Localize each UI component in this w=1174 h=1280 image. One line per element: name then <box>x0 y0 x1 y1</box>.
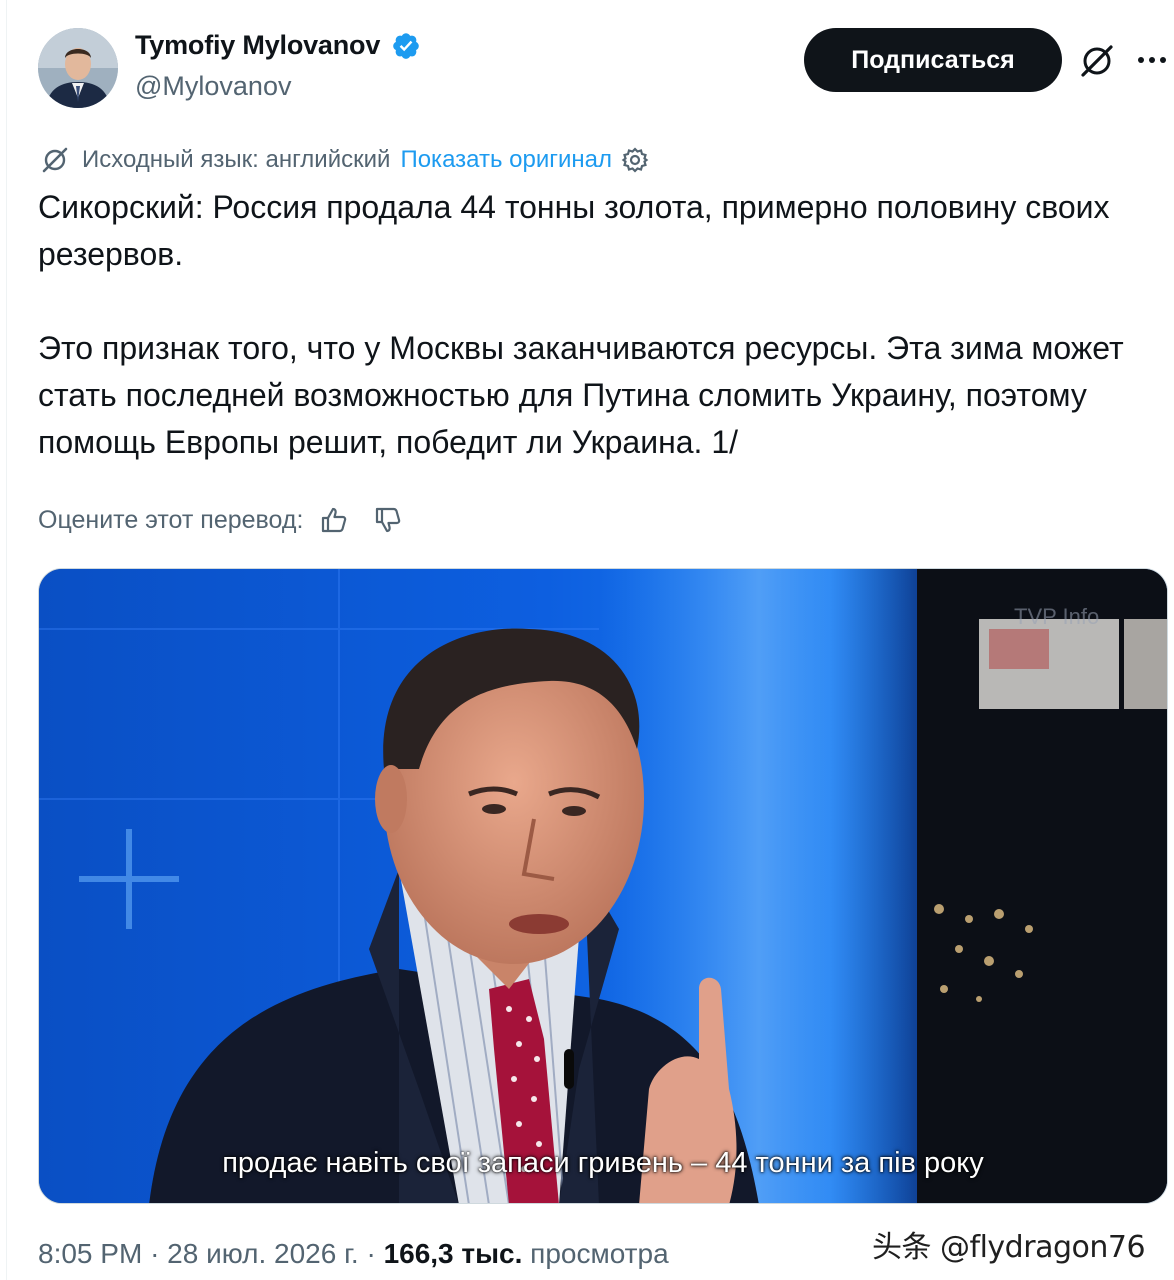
source-language-text: Исходный язык: английский <box>82 146 391 173</box>
translate-grok-icon <box>40 145 70 175</box>
more-horizontal-icon[interactable] <box>1134 42 1170 78</box>
grok-slash-icon[interactable] <box>1078 42 1116 80</box>
tweet-paragraph-2: Это признак того, что у Москвы заканчива… <box>38 330 1124 460</box>
views-label: просмотра <box>530 1238 669 1269</box>
tweet-header: Tymofiy Mylovanov @Mylovanov Подписаться <box>38 28 1168 108</box>
rate-translation-label: Оцените этот перевод: <box>38 505 304 534</box>
views-count[interactable]: 166,3 тыс. <box>384 1238 523 1269</box>
channel-logo: TVP Info <box>1014 604 1099 629</box>
author-display-name[interactable]: Tymofiy Mylovanov <box>135 30 380 61</box>
thumbs-up-icon[interactable] <box>319 505 349 535</box>
thumbs-down-icon[interactable] <box>373 505 403 535</box>
video-frame: TVP Info <box>39 569 1167 1203</box>
rate-translation: Оцените этот перевод: <box>38 502 403 538</box>
tweet-meta: 8:05 PM · 28 июл. 2026 г. · 166,3 тыс. п… <box>38 1238 669 1270</box>
left-border <box>6 0 7 1280</box>
tweet-date[interactable]: 28 июл. 2026 г. <box>167 1238 359 1269</box>
tweet-text: Сикорский: Россия продала 44 тонны золот… <box>38 184 1148 466</box>
video-subtitle: продає навіть свої запаси гривень – 44 т… <box>222 1147 984 1179</box>
author-info: Tymofiy Mylovanov @Mylovanov <box>135 30 421 102</box>
meta-separator: · <box>366 1238 376 1269</box>
gear-icon[interactable] <box>620 145 650 175</box>
video-media[interactable]: TVP Info продає навіть свої запаси гриве… <box>38 568 1168 1204</box>
translation-info: Исходный язык: английский Показать ориги… <box>40 143 650 177</box>
verified-badge-icon[interactable] <box>391 31 421 61</box>
subscribe-button[interactable]: Подписаться <box>804 28 1062 92</box>
watermark: 头条 @flydragon76 <box>872 1230 1146 1265</box>
show-original-link[interactable]: Показать оригинал <box>400 146 612 174</box>
author-handle[interactable]: @Mylovanov <box>135 71 421 102</box>
meta-separator: · <box>150 1238 160 1269</box>
tweet-paragraph-1: Сикорский: Россия продала 44 тонны золот… <box>38 189 1110 272</box>
tweet-time[interactable]: 8:05 PM <box>38 1238 142 1269</box>
avatar[interactable] <box>38 28 118 108</box>
